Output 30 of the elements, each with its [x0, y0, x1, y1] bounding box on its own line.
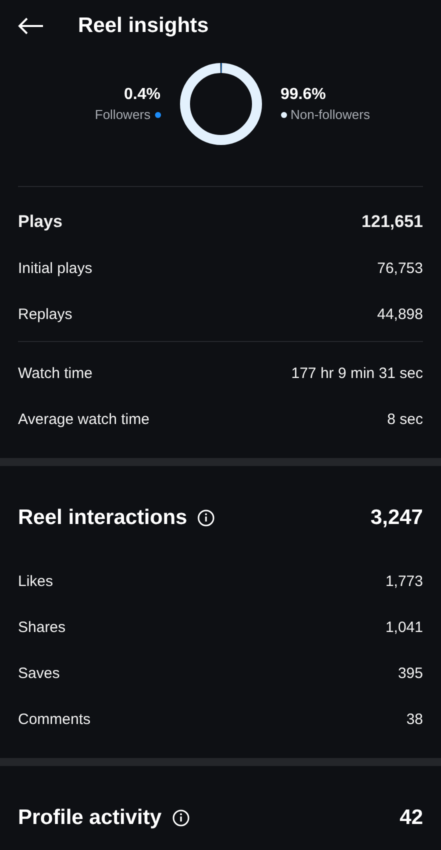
legend-label: Non-followers [290, 107, 370, 122]
metric-label: Watch time [18, 364, 92, 382]
metric-label: Plays [18, 212, 62, 232]
back-arrow-icon[interactable] [18, 17, 44, 35]
page-title: Reel insights [78, 14, 209, 38]
section-total: 3,247 [370, 506, 423, 530]
metric-label: Comments [18, 710, 91, 728]
metric-label: Average watch time [18, 410, 150, 428]
metric-label: Likes [18, 572, 54, 590]
metric-label: Saves [18, 664, 60, 682]
metric-value: 1,041 [385, 618, 423, 636]
metric-value: 44,898 [377, 306, 423, 322]
info-icon[interactable] [172, 809, 190, 827]
metric-value: 395 [398, 664, 423, 682]
metric-value: 121,651 [362, 212, 423, 232]
metric-label: Replays [18, 306, 72, 322]
info-icon[interactable] [197, 509, 216, 527]
metric-label: Initial plays [18, 260, 92, 276]
section-title: Profile activity [18, 806, 162, 830]
percentage-value: 99.6% [280, 86, 326, 104]
metric-value: 38 [406, 710, 423, 728]
section-total: 42 [400, 806, 423, 830]
metric-label: Shares [18, 618, 66, 636]
legend-label: Followers [94, 107, 150, 122]
section-title: Reel interactions [18, 506, 188, 530]
metric-value: 177 hr 9 min 31 sec [291, 364, 423, 382]
metric-value: 76,753 [377, 260, 423, 276]
metric-value: 8 sec [387, 410, 423, 428]
metric-value: 1,773 [385, 572, 423, 590]
percentage-value: 0.4% [124, 86, 160, 104]
